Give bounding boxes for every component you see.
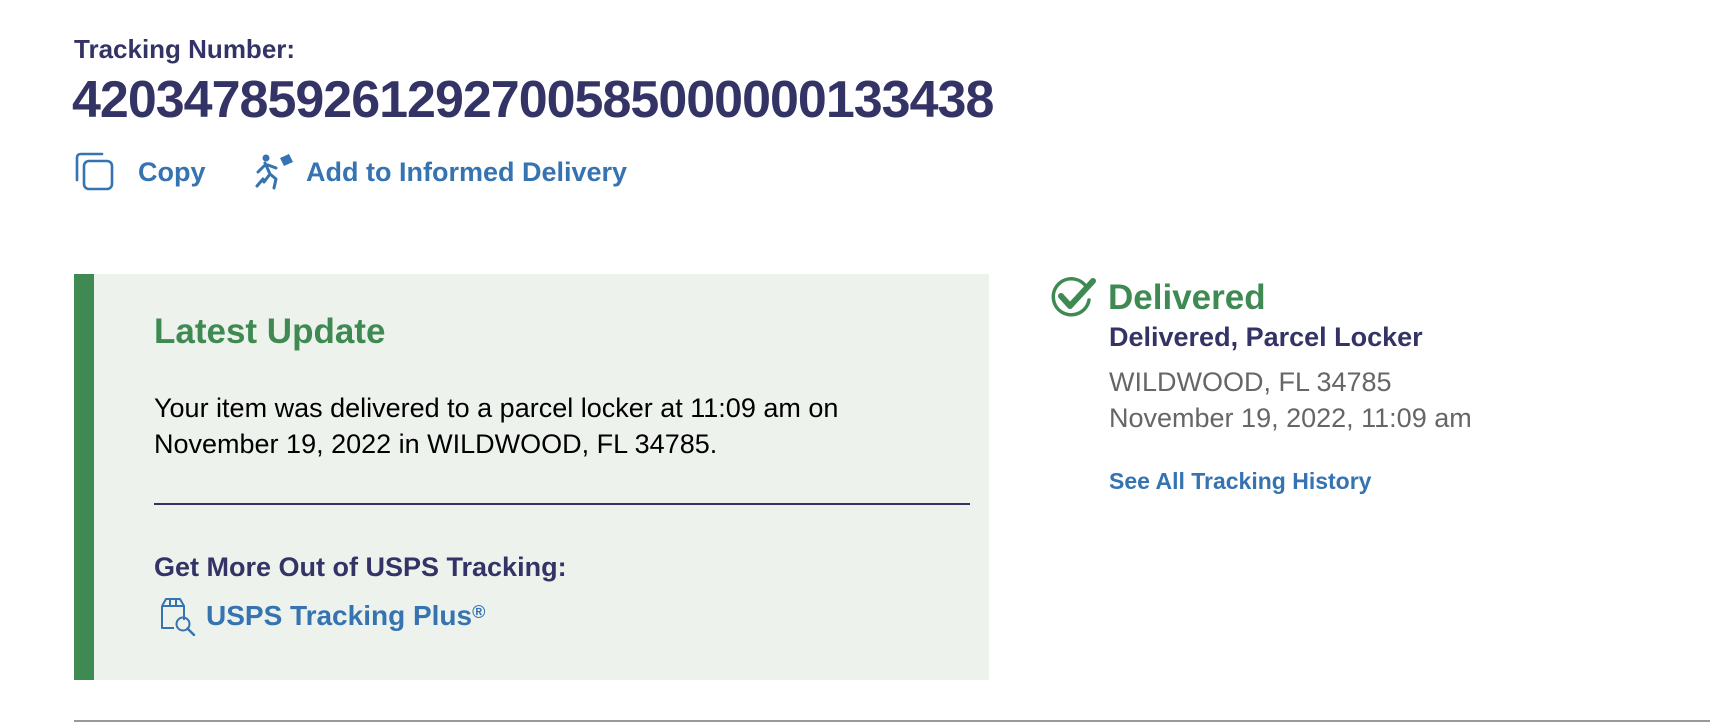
copy-button[interactable]: Copy: [74, 152, 206, 192]
latest-update-title: Latest Update: [154, 312, 386, 351]
tracking-number-label: Tracking Number:: [74, 34, 296, 64]
panel-divider: [154, 503, 970, 505]
status-datetime: November 19, 2022, 11:09 am: [1109, 403, 1472, 433]
package-search-icon: [158, 596, 198, 636]
informed-delivery-label: Add to Informed Delivery: [306, 156, 628, 187]
check-circle-icon: [1049, 276, 1097, 320]
latest-update-panel: Latest Update Your item was delivered to…: [74, 274, 989, 680]
add-to-informed-delivery-link[interactable]: Add to Informed Delivery: [254, 152, 627, 192]
copy-label: Copy: [138, 156, 206, 187]
copy-icon: [74, 152, 114, 192]
status-location: WILDWOOD, FL 34785: [1109, 367, 1392, 397]
tracking-number: 420347859261292700585000000133438: [72, 71, 994, 129]
latest-update-body: Your item was delivered to a parcel lock…: [154, 393, 839, 459]
mail-carrier-icon: [254, 152, 294, 192]
section-divider: [74, 720, 1710, 722]
more-tracking-heading: Get More Out of USPS Tracking:: [154, 552, 567, 582]
usps-tracking-plus-link[interactable]: USPS Tracking Plus ®: [158, 596, 485, 636]
status-title: Delivered: [1108, 278, 1266, 317]
tracking-plus-label: USPS Tracking Plus: [206, 600, 473, 631]
registered-mark: ®: [472, 601, 486, 622]
status-detail: Delivered, Parcel Locker: [1109, 322, 1423, 352]
see-all-tracking-history-link[interactable]: See All Tracking History: [1109, 468, 1371, 495]
